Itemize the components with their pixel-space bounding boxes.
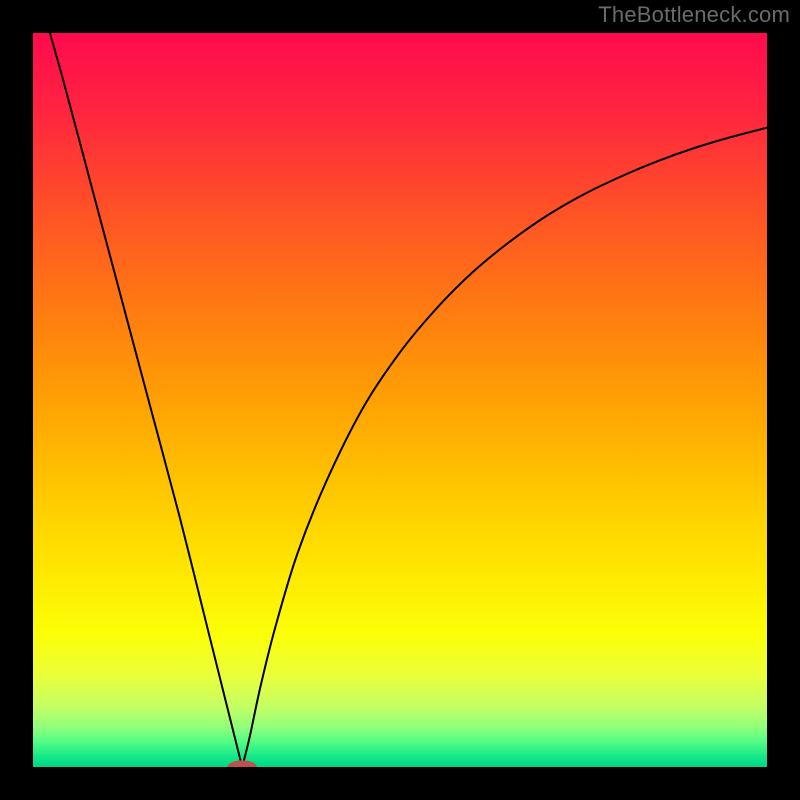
bottleneck-chart [33, 33, 767, 767]
watermark-label: TheBottleneck.com [598, 2, 790, 28]
chart-frame: TheBottleneck.com [0, 0, 800, 800]
gradient-background [33, 33, 767, 767]
plot-area [33, 33, 767, 767]
